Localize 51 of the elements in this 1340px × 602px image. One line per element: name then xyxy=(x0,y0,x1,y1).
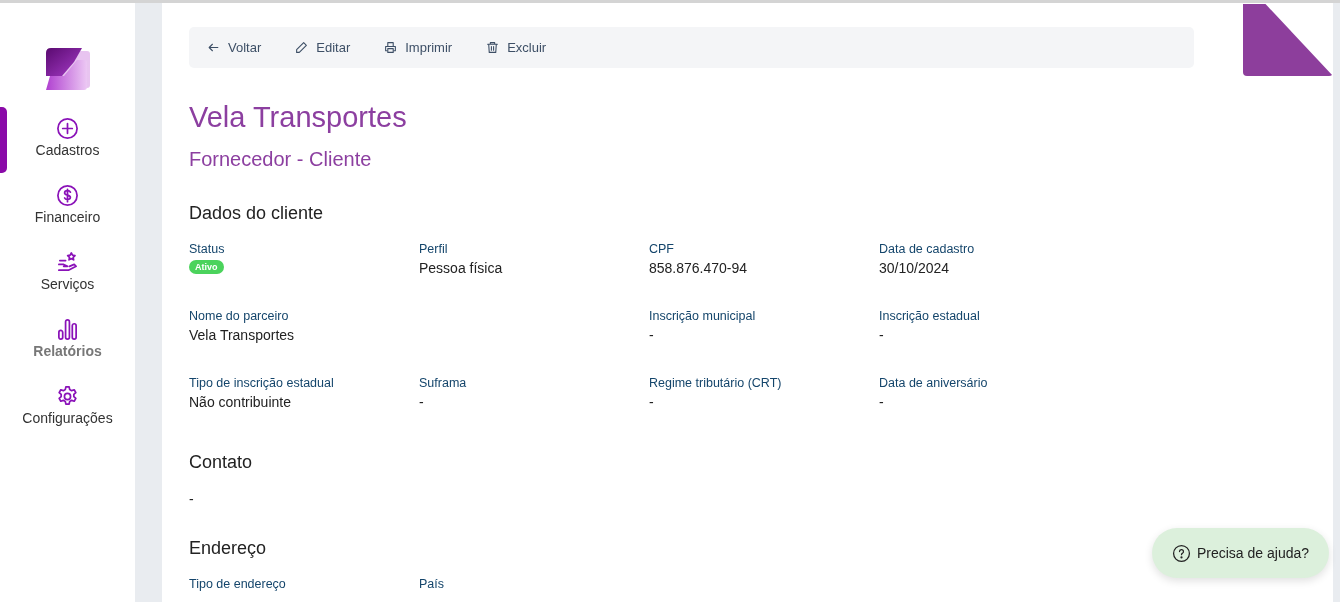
logo-icon xyxy=(45,48,90,90)
sidebar-item[interactable]: Cadastros xyxy=(35,117,100,176)
field-value: - xyxy=(879,327,884,343)
sidebar-item[interactable]: Financeiro xyxy=(34,184,101,243)
question-circle-icon xyxy=(1171,543,1191,563)
field-value: 30/10/2024 xyxy=(879,260,950,276)
settings-icon xyxy=(56,385,79,408)
sidebar-item[interactable]: Relatórios xyxy=(33,318,102,377)
field-value: - xyxy=(649,327,654,343)
field-label: Tipo de endereço xyxy=(189,577,286,591)
bar-chart-icon xyxy=(56,318,79,341)
field-value: - xyxy=(649,394,654,410)
toolbar-button[interactable]: Excluir xyxy=(486,40,547,55)
field-label: País xyxy=(419,577,444,591)
field-value: - xyxy=(879,394,884,410)
field-label: Inscrição estadual xyxy=(879,309,980,323)
printer-icon xyxy=(384,41,398,54)
pencil-icon xyxy=(295,41,309,54)
field-label: Nome do parceiro xyxy=(189,309,289,323)
field-label: Suframa xyxy=(419,376,467,390)
page-subtitle: Fornecedor - Cliente xyxy=(189,147,373,172)
sidebar-item[interactable]: Configurações xyxy=(22,385,113,444)
sidebar-item[interactable]: Serviços xyxy=(40,251,95,310)
toolbar-button[interactable]: Voltar xyxy=(207,40,262,55)
field-label: Regime tributário (CRT) xyxy=(649,376,782,390)
section-heading: Endereço xyxy=(189,537,267,559)
toolbar-button[interactable]: Editar xyxy=(295,40,351,55)
field-value: Pessoa física xyxy=(419,260,503,276)
section-heading: Dados do cliente xyxy=(189,202,324,224)
field-value: Vela Transportes xyxy=(189,327,295,343)
hand-star-icon xyxy=(56,251,79,274)
plus-circle-icon xyxy=(56,117,79,140)
field-label: Status xyxy=(189,242,225,256)
section-heading: Contato xyxy=(189,451,253,473)
field-label: CPF xyxy=(649,242,674,256)
field-value: - xyxy=(419,394,424,410)
help-button[interactable]: Precisa de ajuda? xyxy=(1152,528,1329,578)
arrow-left-icon xyxy=(207,41,220,54)
field-value: 858.876.470-94 xyxy=(649,260,748,276)
trash-icon xyxy=(486,41,500,54)
dollar-circle-icon xyxy=(56,184,79,207)
field-label: Perfil xyxy=(419,242,448,256)
toolbar-button[interactable]: Imprimir xyxy=(384,40,453,55)
field-value: Não contribuinte xyxy=(189,394,291,410)
status-badge: Ativo xyxy=(189,260,224,274)
field-label: Inscrição municipal xyxy=(649,309,756,323)
contact-value: - xyxy=(189,491,195,507)
field-label: Tipo de inscrição estadual xyxy=(189,376,334,390)
field-label: Data de aniversário xyxy=(879,376,988,390)
field-label: Data de cadastro xyxy=(879,242,975,256)
page-title: Vela Transportes xyxy=(189,100,408,135)
